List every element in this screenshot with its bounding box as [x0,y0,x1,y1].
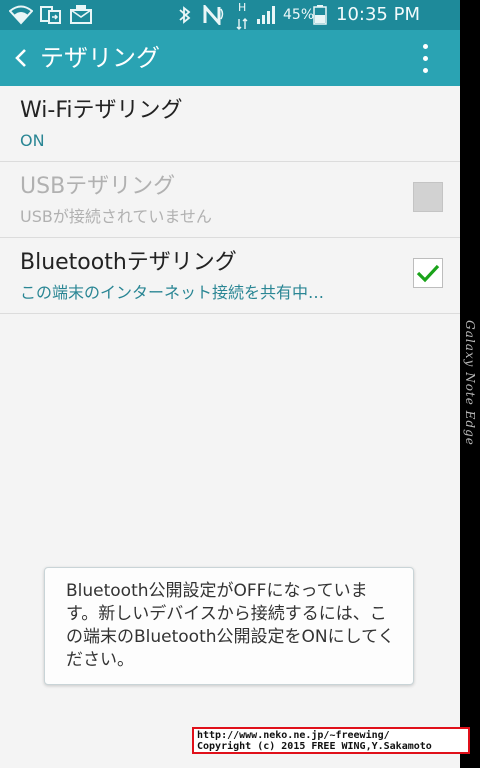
battery-icon [313,5,327,25]
signal-icon [257,6,275,24]
watermark-copyright: Copyright (c) 2015 FREE WING,Y.Sakamoto [197,741,432,752]
device-model-text: Galaxy Note Edge [463,320,477,446]
wifi-tethering-title: Wi-Fiテザリング [20,98,183,123]
page-title: テザリング [40,44,160,72]
bluetooth-tethering-title: Bluetoothテザリング [20,250,237,275]
usb-tethering-row[interactable]: USBテザリング USBが接続されていません [0,162,460,238]
wifi-tethering-summary: ON [20,131,45,150]
back-chevron-icon [15,49,26,67]
overflow-menu-icon [408,36,442,80]
usb-tethering-summary: USBが接続されていません [20,207,212,226]
usb-tethering-checkbox[interactable] [413,182,443,212]
back-button[interactable] [4,34,38,82]
status-clock: 10:35 PM [336,4,420,25]
email-icon [70,5,92,24]
bluetooth-icon [179,6,191,24]
action-bar: テザリング [0,30,460,86]
screen: H 45% 10:35 PM テザリング Wi-Fiテザリング ON USBテザ… [0,0,460,768]
overflow-menu-button[interactable] [408,36,442,80]
toast-text: Bluetooth公開設定がOFFになっています。新しいデバイスから接続するには… [66,581,395,670]
screen-mirror-icon [40,6,61,24]
network-type-label: H [238,1,247,14]
bluetooth-tethering-checkbox[interactable] [413,258,443,288]
battery-percent: 45% [283,7,315,23]
wifi-icon [9,5,33,25]
bluetooth-tethering-row[interactable]: Bluetoothテザリング この端末のインターネット接続を共有中… [0,238,460,314]
status-bar: H 45% 10:35 PM [0,0,460,30]
checkmark-icon [416,264,440,283]
nfc-icon [203,5,224,25]
toast-message: Bluetooth公開設定がOFFになっています。新しいデバイスから接続するには… [44,567,414,685]
usb-tethering-title: USBテザリング [20,174,176,199]
bluetooth-tethering-summary: この端末のインターネット接続を共有中… [20,283,325,302]
copyright-watermark: http://www.neko.ne.jp/~freewing/ Copyrig… [192,727,470,754]
wifi-tethering-row[interactable]: Wi-Fiテザリング ON [0,86,460,162]
watermark-url: http://www.neko.ne.jp/~freewing/ [197,730,390,741]
